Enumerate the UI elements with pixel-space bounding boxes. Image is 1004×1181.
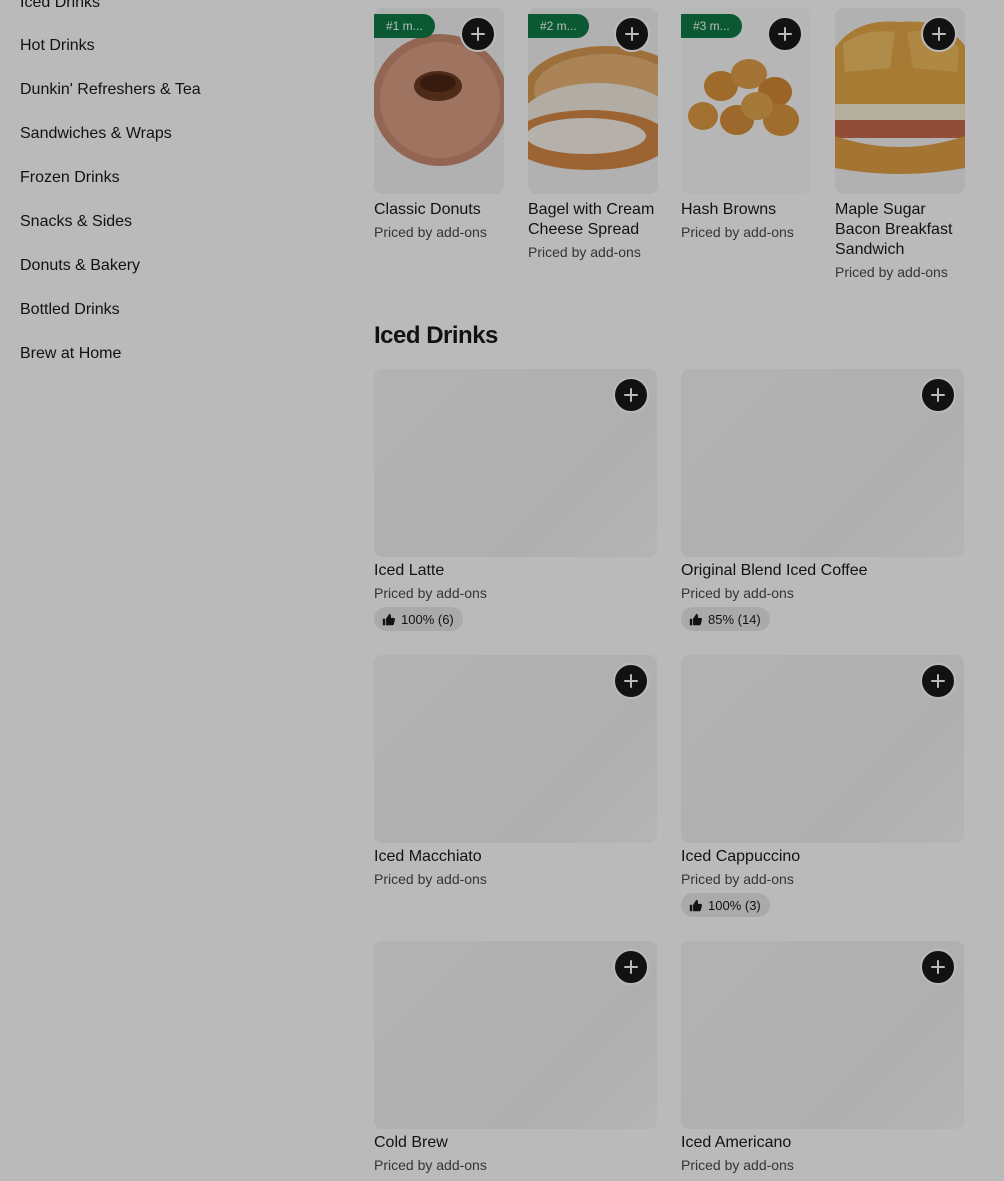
item-name: Cold Brew — [374, 1134, 448, 1151]
add-item-button[interactable] — [613, 377, 649, 413]
add-item-button[interactable] — [920, 377, 956, 413]
rating-text: 100% (3) — [708, 897, 761, 913]
menu-item-card[interactable]: Iced Cappuccino Priced by add-ons 100% (… — [681, 655, 964, 917]
item-price: Priced by add-ons — [835, 264, 948, 280]
sidebar-item-bottled-drinks[interactable]: Bottled Drinks — [20, 301, 120, 319]
plus-icon — [471, 27, 485, 41]
plus-icon — [931, 388, 945, 402]
rating-text: 85% (14) — [708, 611, 761, 627]
plus-icon — [931, 960, 945, 974]
add-item-button[interactable] — [460, 16, 496, 52]
item-name: Hash Browns — [681, 201, 777, 218]
item-price: Priced by add-ons — [681, 871, 794, 887]
sidebar-item-frozen-drinks[interactable]: Frozen Drinks — [20, 169, 120, 187]
item-price: Priced by add-ons — [374, 224, 487, 240]
thumbs-up-icon — [382, 613, 395, 625]
add-item-button[interactable] — [920, 663, 956, 699]
rating-text: 100% (6) — [401, 611, 454, 627]
popularity-badge: #1 m... — [374, 14, 435, 38]
item-price: Priced by add-ons — [374, 1157, 487, 1173]
add-item-button[interactable] — [613, 949, 649, 985]
plus-icon — [624, 960, 638, 974]
hash-browns-image: #3 m... — [681, 8, 811, 194]
item-image-placeholder — [374, 941, 657, 1129]
menu-item-card[interactable]: Iced Macchiato Priced by add-ons — [374, 655, 657, 889]
item-image-placeholder — [681, 655, 964, 843]
item-price: Priced by add-ons — [681, 224, 794, 240]
popularity-badge: #2 m... — [528, 14, 589, 38]
sidebar-item-refreshers-tea[interactable]: Dunkin' Refreshers & Tea — [20, 81, 201, 99]
thumbs-up-icon — [689, 899, 702, 911]
item-image-placeholder — [374, 369, 657, 557]
item-name: Iced Macchiato — [374, 848, 482, 865]
add-item-button[interactable] — [920, 949, 956, 985]
featured-item-card[interactable]: Maple Sugar Bacon Breakfast Sandwich Pri… — [835, 8, 965, 282]
croissant-sandwich-image — [835, 8, 965, 194]
item-price: Priced by add-ons — [681, 1157, 794, 1173]
thumbs-up-icon — [689, 613, 702, 625]
add-item-button[interactable] — [613, 663, 649, 699]
sidebar-item-hot-drinks[interactable]: Hot Drinks — [20, 37, 95, 55]
sidebar-item-iced-drinks[interactable]: Iced Drinks — [20, 0, 100, 12]
item-price: Priced by add-ons — [681, 585, 794, 601]
sidebar-item-brew-at-home[interactable]: Brew at Home — [20, 345, 121, 363]
item-image-placeholder — [681, 941, 964, 1129]
rating-badge: 100% (3) — [681, 893, 770, 917]
item-price: Priced by add-ons — [374, 871, 487, 887]
sidebar-item-donuts-bakery[interactable]: Donuts & Bakery — [20, 257, 140, 275]
menu-item-card[interactable]: Iced Latte Priced by add-ons 100% (6) — [374, 369, 657, 631]
item-name: Iced Americano — [681, 1134, 792, 1151]
add-item-button[interactable] — [614, 16, 650, 52]
featured-item-card[interactable]: #3 m... Hash Browns Priced by add-ons — [681, 8, 811, 242]
item-image-placeholder — [374, 655, 657, 843]
plus-icon — [624, 388, 638, 402]
sidebar-item-snacks-sides[interactable]: Snacks & Sides — [20, 213, 132, 231]
featured-item-card[interactable]: #2 m... Bagel with Cream Cheese Spread P… — [528, 8, 658, 262]
popularity-badge: #3 m... — [681, 14, 742, 38]
section-title: Iced Drinks — [374, 322, 498, 349]
rating-badge: 85% (14) — [681, 607, 770, 631]
donut-image: #1 m... — [374, 8, 504, 194]
item-name: Iced Cappuccino — [681, 848, 801, 865]
rating-badge: 100% (6) — [374, 607, 463, 631]
item-name: Original Blend Iced Coffee — [681, 562, 868, 579]
add-item-button[interactable] — [767, 16, 803, 52]
plus-icon — [778, 27, 792, 41]
item-name: Classic Donuts — [374, 201, 481, 218]
featured-item-card[interactable]: #1 m... Classic Donuts Priced by add-ons — [374, 8, 504, 242]
item-name: Iced Latte — [374, 562, 445, 579]
item-name: Bagel with Cream Cheese Spread — [528, 201, 655, 238]
menu-page: Iced Drinks Hot Drinks Dunkin' Refresher… — [0, 0, 1004, 1181]
plus-icon — [931, 674, 945, 688]
sidebar-item-sandwiches-wraps[interactable]: Sandwiches & Wraps — [20, 125, 172, 143]
bagel-image: #2 m... — [528, 8, 658, 194]
item-image-placeholder — [681, 369, 964, 557]
item-name: Maple Sugar Bacon Breakfast Sandwich — [835, 201, 953, 258]
add-item-button[interactable] — [921, 16, 957, 52]
item-price: Priced by add-ons — [528, 244, 641, 260]
plus-icon — [625, 27, 639, 41]
item-price: Priced by add-ons — [374, 585, 487, 601]
menu-item-card[interactable]: Cold Brew Priced by add-ons — [374, 941, 657, 1175]
plus-icon — [932, 27, 946, 41]
menu-item-card[interactable]: Iced Americano Priced by add-ons — [681, 941, 964, 1175]
menu-item-card[interactable]: Original Blend Iced Coffee Priced by add… — [681, 369, 964, 631]
plus-icon — [624, 674, 638, 688]
